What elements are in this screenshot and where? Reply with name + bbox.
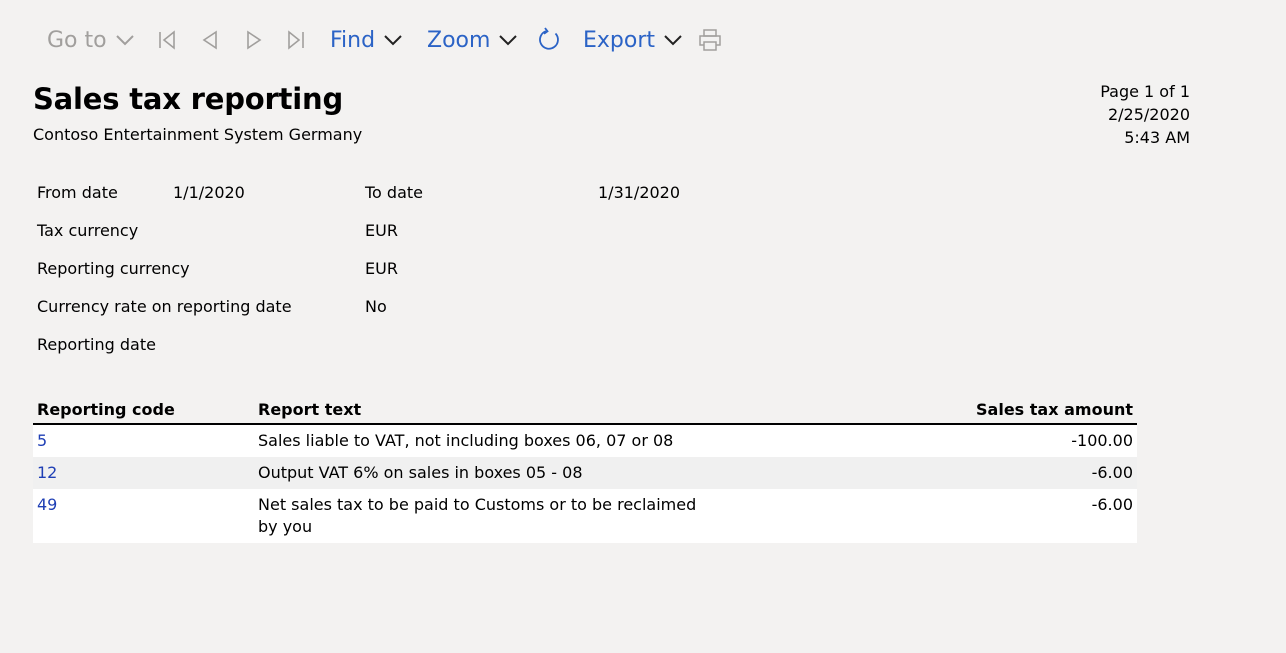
print-icon xyxy=(698,28,722,52)
currency-rate-value: No xyxy=(365,297,387,316)
report-title: Sales tax reporting xyxy=(33,82,344,116)
column-header-report-text: Report text xyxy=(254,396,702,425)
report-text: Net sales tax to be paid to Customs or t… xyxy=(258,495,697,536)
company-name: Contoso Entertainment System Germany xyxy=(33,125,363,144)
sales-tax-amount: -6.00 xyxy=(702,489,1137,543)
tax-currency-label: Tax currency xyxy=(37,221,139,240)
previous-page-button[interactable] xyxy=(199,22,221,58)
refresh-icon xyxy=(536,27,562,53)
zoom-button[interactable]: Zoom xyxy=(427,22,518,58)
reporting-date-label: Reporting date xyxy=(37,335,156,354)
reporting-code-link[interactable]: 49 xyxy=(33,489,254,543)
last-page-icon xyxy=(285,29,307,51)
find-label: Find xyxy=(330,27,376,53)
report-text-cell: Output VAT 6% on sales in boxes 05 - 08 xyxy=(254,457,702,489)
currency-rate-label: Currency rate on reporting date xyxy=(37,297,292,316)
table-header-row: Reporting code Report text Sales tax amo… xyxy=(33,396,1137,425)
from-date-value: 1/1/2020 xyxy=(173,183,245,202)
print-button[interactable] xyxy=(698,22,722,58)
chevron-down-icon xyxy=(383,34,403,46)
previous-page-icon xyxy=(199,29,221,51)
from-date-label: From date xyxy=(37,183,118,202)
column-header-sales-tax-amount: Sales tax amount xyxy=(702,396,1137,425)
find-button[interactable]: Find xyxy=(330,22,403,58)
chevron-down-icon xyxy=(115,34,135,46)
report-date: 2/25/2020 xyxy=(1107,105,1190,124)
reporting-code-link[interactable]: 5 xyxy=(33,424,254,457)
sales-tax-amount: -6.00 xyxy=(702,457,1137,489)
sales-tax-table: Reporting code Report text Sales tax amo… xyxy=(33,396,1137,543)
first-page-button[interactable] xyxy=(156,22,178,58)
last-page-button[interactable] xyxy=(285,22,307,58)
reporting-code-link[interactable]: 12 xyxy=(33,457,254,489)
chevron-down-icon xyxy=(663,34,683,46)
zoom-label: Zoom xyxy=(427,27,491,53)
next-page-button[interactable] xyxy=(243,22,265,58)
report-time: 5:43 AM xyxy=(1124,128,1190,147)
reporting-currency-label: Reporting currency xyxy=(37,259,190,278)
export-button[interactable]: Export xyxy=(583,22,683,58)
to-date-label: To date xyxy=(365,183,424,202)
goto-label: Go to xyxy=(47,27,107,53)
report-text-cell: Net sales tax to be paid to Customs or t… xyxy=(254,489,702,543)
first-page-icon xyxy=(156,29,178,51)
tax-currency-value: EUR xyxy=(365,221,398,240)
next-page-icon xyxy=(243,29,265,51)
table-row: 12 Output VAT 6% on sales in boxes 05 - … xyxy=(33,457,1137,489)
report-text: Sales liable to VAT, not including boxes… xyxy=(258,431,674,450)
column-header-reporting-code: Reporting code xyxy=(33,396,254,425)
refresh-button[interactable] xyxy=(536,22,562,58)
to-date-value: 1/31/2020 xyxy=(598,183,681,202)
page-number: Page 1 of 1 xyxy=(1100,82,1190,101)
chevron-down-icon xyxy=(498,34,518,46)
report-text: Output VAT 6% on sales in boxes 05 - 08 xyxy=(258,463,583,482)
report-text-cell: Sales liable to VAT, not including boxes… xyxy=(254,424,702,457)
report-toolbar: Go to Find Zoom Export xyxy=(0,22,1286,58)
reporting-currency-value: EUR xyxy=(365,259,398,278)
table-row: 49 Net sales tax to be paid to Customs o… xyxy=(33,489,1137,543)
table-row: 5 Sales liable to VAT, not including box… xyxy=(33,424,1137,457)
export-label: Export xyxy=(583,27,656,53)
page-meta: Page 1 of 1 2/25/2020 5:43 AM xyxy=(1100,80,1190,149)
sales-tax-amount: -100.00 xyxy=(702,424,1137,457)
goto-button[interactable]: Go to xyxy=(47,22,135,58)
